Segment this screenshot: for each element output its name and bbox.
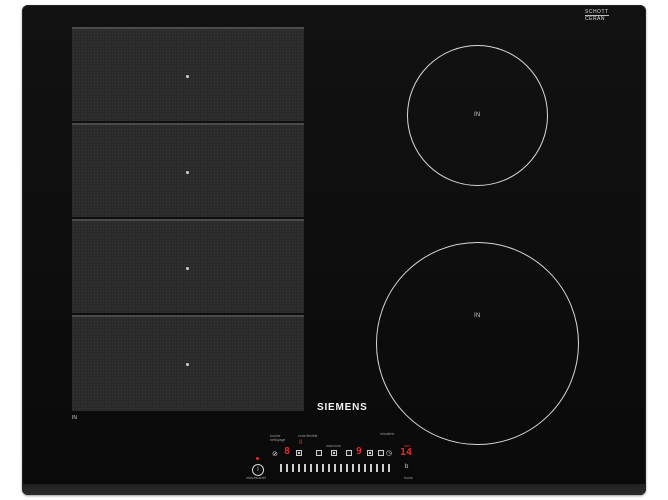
power-icon[interactable]: I xyxy=(252,464,264,476)
glass-brand-mark: SCHOTT CERAN xyxy=(585,10,609,22)
glass-brand-line2: CERAN xyxy=(585,15,609,22)
flex-zone-1 xyxy=(72,27,304,121)
clock-icon[interactable]: ◷ xyxy=(386,450,392,457)
zone-center-mark xyxy=(186,75,189,78)
power-indicator-led xyxy=(256,457,259,460)
zone-select-button[interactable] xyxy=(346,450,352,456)
timer-display: 14 xyxy=(400,447,413,458)
power-level-slider[interactable] xyxy=(280,464,390,472)
zone-center-mark xyxy=(186,267,189,270)
glass-brand-line1: SCHOTT xyxy=(585,9,609,15)
flex-label: zone flexible xyxy=(298,434,318,438)
brand-logo: SIEMENS xyxy=(317,402,368,413)
flex-zone-3 xyxy=(72,219,304,313)
zone-center-mark xyxy=(186,363,189,366)
zone-select-button[interactable] xyxy=(367,450,373,456)
zone-center-mark xyxy=(186,171,189,174)
mid-zone-display: 9 xyxy=(356,446,363,457)
left-zone-display: 8 xyxy=(284,446,291,457)
zone-select-button[interactable] xyxy=(316,450,322,456)
rear-right-zone-label: IN xyxy=(474,112,481,118)
max-zone-label: max'zone xyxy=(326,444,341,448)
power-label: marche/arrêt xyxy=(246,476,266,480)
boost-icon[interactable]: b xyxy=(405,464,408,471)
flex-indicator: 8 xyxy=(299,440,303,446)
front-right-zone-label: IN xyxy=(474,313,481,319)
flex-zone-4 xyxy=(72,315,304,411)
front-right-zone xyxy=(376,242,579,445)
boost-label: boost xyxy=(404,476,413,480)
zone-select-button[interactable] xyxy=(378,450,384,456)
max-zone-button[interactable] xyxy=(331,450,337,456)
flex-zone-label: IN xyxy=(72,415,77,421)
child-lock-icon[interactable]: ⊘ xyxy=(272,451,278,458)
clean-label: touche nettoyage xyxy=(270,434,286,442)
minuterie-label: minuterie xyxy=(380,432,395,436)
left-zone-select-button[interactable] xyxy=(296,450,302,456)
cooktop-front-edge xyxy=(22,484,646,495)
flex-zone-2 xyxy=(72,123,304,217)
